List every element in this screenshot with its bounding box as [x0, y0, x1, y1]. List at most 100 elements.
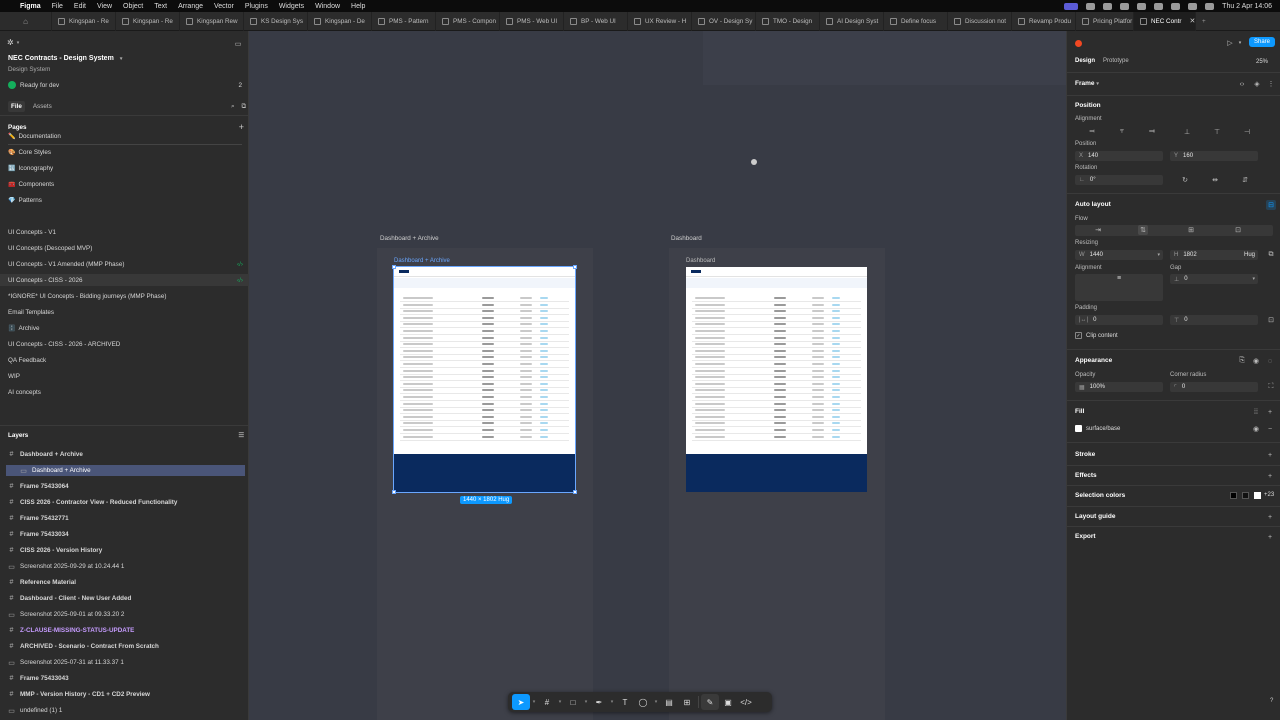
page-item[interactable]: QA Feedback [0, 354, 249, 366]
main-menu-button[interactable]: ✲ ▾ [7, 38, 47, 47]
new-tab-button[interactable]: + [1196, 12, 1212, 31]
move-tool-icon[interactable]: ➤ [512, 694, 530, 710]
dashboard-frame[interactable] [686, 267, 867, 492]
menu-arrange[interactable]: Arrange [178, 3, 203, 10]
dashboard-archive-frame[interactable] [393, 266, 576, 493]
library-icon[interactable]: ⧉ [242, 103, 247, 111]
file-tab[interactable]: TMO - Design [756, 11, 820, 31]
file-tab[interactable]: PMS - Pattern [372, 11, 436, 31]
resize-handle[interactable] [392, 265, 396, 269]
corner-radius-field[interactable]: ⌜ 0 [1170, 382, 1258, 392]
page-item[interactable]: UI Concepts (Descoped MVP) [0, 242, 249, 254]
avatar[interactable] [1073, 38, 1083, 48]
file-tab-active[interactable]: NEC Contr ✕ [1134, 11, 1196, 31]
status-icon[interactable] [1086, 2, 1096, 10]
add-fill-icon[interactable]: + [1265, 407, 1275, 417]
layer-item[interactable]: # CISS 2026 - Contractor View - Reduced F… [0, 497, 249, 508]
battery-icon[interactable] [1154, 2, 1164, 10]
align-right-icon[interactable]: ⫥ [1147, 127, 1157, 137]
page-item[interactable]: UI Concepts - CISS - 2026 ‹/› [0, 274, 249, 286]
actions-tool-icon[interactable]: ▤ [660, 694, 678, 710]
align-bottom-icon[interactable]: ⊣ [1242, 127, 1252, 137]
remove-fill-icon[interactable]: − [1265, 424, 1275, 434]
x-field[interactable]: X 140 [1075, 151, 1163, 161]
component-icon[interactable]: ◈ [1252, 79, 1262, 89]
layer-item[interactable]: # CISS 2026 - Version History [0, 545, 249, 556]
menu-window[interactable]: Window [315, 3, 340, 10]
flip-vertical-icon[interactable]: ⇵ [1240, 175, 1250, 185]
layer-item[interactable]: ▭ Screenshot 2025-09-29 at 10.24.44 1 [0, 561, 249, 572]
frame-label[interactable]: Dashboard [671, 235, 702, 242]
menu-app-name[interactable]: Figma [20, 3, 41, 10]
pen-tool-icon[interactable]: ✒ [590, 694, 608, 710]
more-colors-count[interactable]: +23 [1264, 492, 1274, 498]
present-icon[interactable]: ▷ [1225, 38, 1235, 48]
file-tab[interactable]: UX Review - H [628, 11, 692, 31]
canvas[interactable]: Dashboard + Archive Dashboard Dashboard … [249, 31, 1066, 720]
resize-handle[interactable] [573, 490, 577, 494]
tab-design[interactable]: Design [1075, 58, 1095, 64]
code-icon[interactable]: ‹› [1237, 79, 1247, 89]
frame-label[interactable]: Dashboard + Archive [380, 235, 439, 242]
clip-content-toggle[interactable]: ✓ Clip content [1075, 332, 1118, 339]
more-icon[interactable]: ⋮ [1266, 79, 1276, 89]
rectangle-tool-icon[interactable]: □ [564, 694, 582, 710]
padding-horizontal-field[interactable]: |↔| 0 [1075, 315, 1163, 325]
layer-item[interactable]: # Frame 75433064 [0, 481, 249, 492]
file-tab[interactable]: Kingspan Rew [180, 11, 244, 31]
resources-tool-icon[interactable]: ⊞ [678, 694, 696, 710]
file-title[interactable]: NEC Contracts - Design System ▾ [8, 55, 257, 62]
file-tab[interactable]: BP - Web UI [564, 11, 628, 31]
tab-file[interactable]: File [8, 101, 25, 112]
chevron-down-icon[interactable]: ▾ [608, 699, 616, 705]
status-icon[interactable] [1137, 2, 1147, 10]
y-field[interactable]: Y 160 [1170, 151, 1258, 161]
rotation-field[interactable]: ∟ 0° [1075, 175, 1163, 185]
padding-vertical-field[interactable]: ⊤ 0 [1170, 315, 1258, 325]
frame-inner-label[interactable]: Dashboard [686, 258, 715, 264]
draw-mode-icon[interactable]: ✎ [701, 694, 719, 710]
file-tab[interactable]: Kingspan - Re [116, 11, 180, 31]
opacity-field[interactable]: ▦ 100% [1075, 382, 1163, 392]
file-tab[interactable]: KS Design Sys [244, 11, 308, 31]
file-tab[interactable]: PMS - Web UI [500, 11, 564, 31]
menu-object[interactable]: Object [123, 3, 143, 10]
tab-assets[interactable]: Assets [33, 103, 52, 110]
layer-item[interactable]: # Dashboard - Client - New User Added [0, 593, 249, 604]
add-export-icon[interactable]: + [1265, 532, 1275, 542]
status-icon[interactable] [1103, 2, 1113, 10]
page-item[interactable]: ✏️ Documentation [0, 130, 249, 142]
height-field[interactable]: H 1802 Hug [1170, 250, 1258, 260]
layer-item[interactable]: # Frame 75432771 [0, 513, 249, 524]
chevron-down-icon[interactable]: ▾ [1235, 38, 1245, 48]
styles-icon[interactable]: ⁞⁞ [1251, 407, 1261, 417]
checkbox-icon[interactable]: ✓ [1075, 332, 1082, 339]
tab-prototype[interactable]: Prototype [1103, 58, 1129, 64]
page-item[interactable]: AI concepts [0, 386, 249, 398]
menu-vector[interactable]: Vector [214, 3, 234, 10]
chevron-down-icon[interactable]: ▾ [530, 699, 538, 705]
flow-horizontal-icon[interactable]: ⊡ [1233, 225, 1243, 235]
frame-selector[interactable]: Frame ▾ [1075, 80, 1099, 87]
screen-share-icon[interactable] [1064, 2, 1079, 10]
eye-icon[interactable]: ◉ [1251, 424, 1261, 434]
close-icon[interactable]: ✕ [1189, 17, 1195, 25]
page-item[interactable]: 🎨 Core Styles [0, 146, 249, 158]
independent-corners-icon[interactable]: ⛶ [1266, 382, 1276, 392]
chevron-down-icon[interactable]: ▾ [556, 699, 564, 705]
share-button[interactable]: Share [1249, 37, 1276, 47]
padding-individual-icon[interactable]: ⊡ [1266, 315, 1276, 325]
layer-item[interactable]: ▭ Screenshot 2025-09-01 at 09.33.20 2 [0, 609, 249, 620]
comment-tool-icon[interactable]: ◯ [634, 694, 652, 710]
layer-item[interactable]: # Reference Material [0, 577, 249, 588]
add-stroke-icon[interactable]: + [1265, 450, 1275, 460]
menu-widgets[interactable]: Widgets [279, 3, 304, 10]
page-item[interactable]: 💎 Patterns [0, 194, 249, 206]
page-item[interactable]: Email Templates [0, 306, 249, 318]
page-item[interactable]: UI Concepts - V1 Amended (MMP Phase) ‹/› [0, 258, 249, 270]
home-icon[interactable]: ⌂ [0, 11, 52, 31]
help-button[interactable]: ? [1270, 698, 1273, 704]
align-top-icon[interactable]: ⊥ [1182, 127, 1192, 137]
align-left-icon[interactable]: ⫤ [1087, 127, 1097, 137]
page-item[interactable]: WIP [0, 370, 249, 382]
